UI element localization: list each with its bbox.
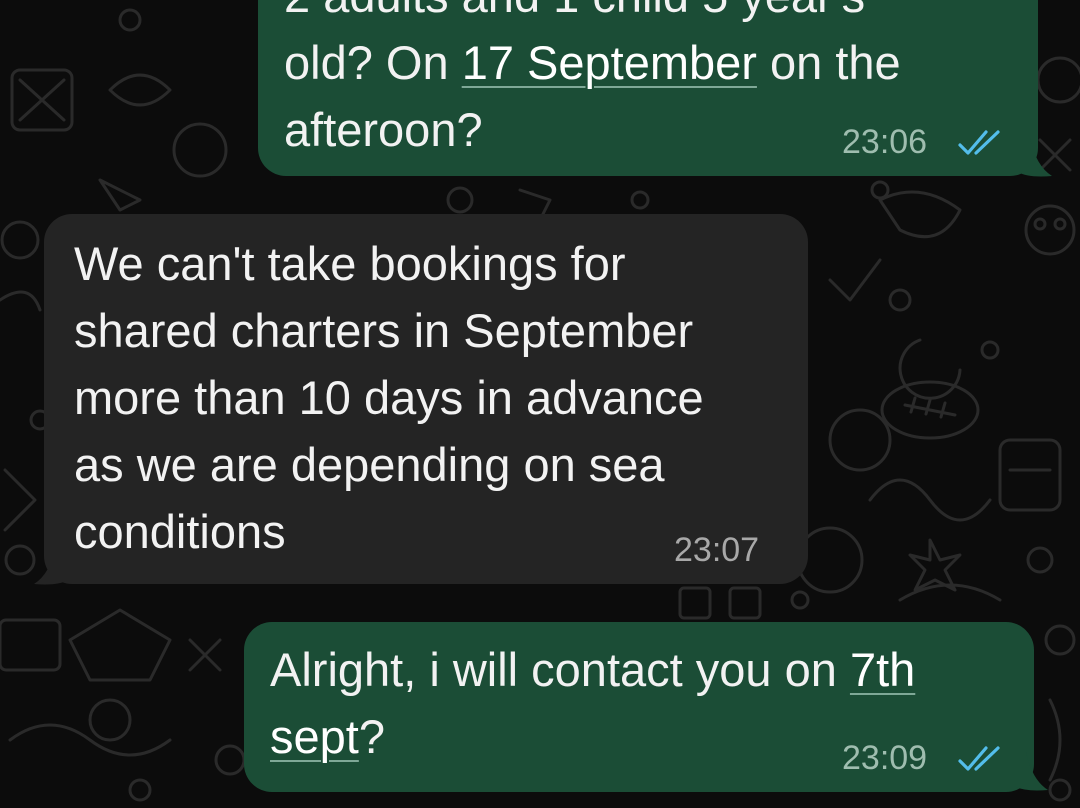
- message-bubble-outgoing[interactable]: Alright, i will contact you on 7th sept?…: [244, 622, 1034, 792]
- message-text-segment: ?: [358, 710, 385, 763]
- message-line: afteroon?: [284, 96, 901, 163]
- message-timestamp: 23:07: [674, 531, 760, 569]
- date-link[interactable]: 17 September: [462, 36, 757, 89]
- message-text-segment: afteroon?: [284, 103, 483, 156]
- message-text-segment: 2 adults and 1 child 5 year's: [284, 0, 865, 22]
- message-bubble-outgoing[interactable]: 2 adults and 1 child 5 year's old? On 17…: [258, 0, 1038, 176]
- message-text-segment: old? On: [284, 36, 462, 89]
- message-timestamp: 23:06: [842, 123, 928, 161]
- message-line: as we are depending on sea: [74, 438, 665, 491]
- message-line: sept?: [270, 703, 915, 770]
- date-link[interactable]: sept: [270, 710, 359, 763]
- message-text: Alright, i will contact you on 7th sept?: [270, 636, 915, 770]
- message-line: conditions: [74, 505, 286, 558]
- chat-view[interactable]: 2 adults and 1 child 5 year's old? On 17…: [0, 0, 1080, 808]
- message-line: more than 10 days in advance: [74, 371, 704, 424]
- message-timestamp: 23:09: [842, 739, 928, 777]
- message-line: shared charters in September: [74, 304, 694, 357]
- message-text-segment: Alright, i will contact you on: [270, 643, 850, 696]
- date-link[interactable]: 7th: [850, 643, 915, 696]
- double-check-read-icon: [958, 746, 1000, 771]
- message-text: 2 adults and 1 child 5 year's old? On 17…: [284, 0, 901, 163]
- bubble-tail: [1014, 752, 1048, 791]
- message-line: old? On 17 September on the: [284, 29, 901, 96]
- message-bubble-incoming[interactable]: We can't take bookings for shared charte…: [44, 214, 808, 584]
- message-text-segment: on the: [756, 36, 901, 89]
- bubble-tail: [34, 546, 68, 585]
- bubble-tail: [1018, 138, 1052, 177]
- message-line: 2 adults and 1 child 5 year's: [284, 0, 901, 29]
- message-line: We can't take bookings for: [74, 237, 626, 290]
- message-line: Alright, i will contact you on 7th: [270, 636, 915, 703]
- message-text: We can't take bookings for shared charte…: [74, 230, 704, 565]
- double-check-read-icon: [958, 130, 1000, 155]
